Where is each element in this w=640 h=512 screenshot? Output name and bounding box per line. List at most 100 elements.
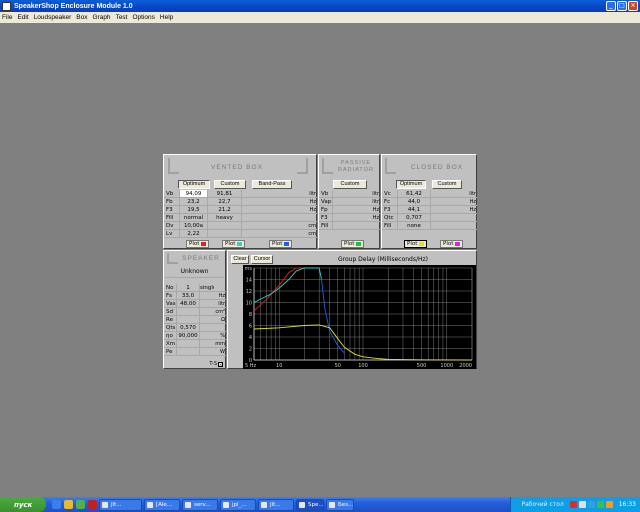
tray-icon[interactable] [596,501,604,508]
speaker-value[interactable]: 0,570 [176,324,199,332]
vented-custom-value[interactable] [207,222,241,230]
speaker-value[interactable] [176,308,199,316]
taskbar-item[interactable]: serv... [182,498,218,511]
folder-icon[interactable] [64,500,73,509]
tray-icon[interactable] [605,501,613,508]
vented-optimum-button[interactable]: Optimum [178,180,210,189]
maximize-button[interactable]: □ [617,1,627,11]
speaker-value[interactable] [176,340,199,348]
speaker-value[interactable] [176,348,199,356]
vented-optimum-value[interactable]: 10,00a [179,222,207,230]
vented-box-title: VENTED BOX [211,163,263,171]
app-quicklaunch-icon[interactable] [88,500,97,509]
tray-icon[interactable] [578,501,586,508]
closed-custom-value[interactable] [430,222,465,230]
vented-optimum-value[interactable]: 2,22 [179,230,207,238]
closed-value[interactable]: 0,707 [397,214,430,222]
closed-row-label: Vc [382,190,397,198]
taskbar-item[interactable]: jpl_... [220,498,256,511]
closed-value[interactable]: 44,0 [397,198,430,206]
taskbar-item[interactable]: Без... [326,498,354,511]
menu-file[interactable]: File [2,14,12,21]
x-tick-label: 50 [335,363,341,369]
closed-custom-value[interactable] [430,206,465,214]
menu-edit[interactable]: Edit [17,14,28,21]
taskbar-item[interactable]: Jlt... [258,498,294,511]
vented-optimum-value[interactable]: 94,09 [179,190,207,198]
closed-custom-value[interactable] [430,198,465,206]
series-line-2 [321,279,345,354]
closed-optimum-button[interactable]: Optimum [396,180,426,189]
vented-custom-value[interactable] [207,230,241,238]
vented-plot-3-button[interactable]: Plot [269,240,293,248]
start-button[interactable]: пуск [0,497,46,512]
vented-plot-1-button[interactable]: Plot [186,240,210,248]
closed-custom-button[interactable]: Custom [432,180,462,189]
speaker-value[interactable]: 48,00 [176,300,199,308]
vented-custom-value[interactable]: 22,7 [207,198,241,206]
passive-row-label: Fill [319,222,332,230]
group-delay-graph[interactable]: ms 14 12 10 8 6 4 2 0 5 Hz 10 50 100 500 1000 2000 [243,265,476,369]
taskbar-item[interactable]: Jlt... [99,498,142,511]
closed-value[interactable]: none [397,222,430,230]
closed-params-table: Vc 61,42 litr Fc 44,0 Hz F3 44,1 Hz Qtc 0,707 F… [382,190,477,230]
clock: 16:33 [618,501,636,508]
closed-custom-value[interactable] [430,214,465,222]
passive-plot-button[interactable]: Plot [341,240,365,248]
taskbar-item-active[interactable]: Spe... [296,498,324,511]
passive-value[interactable] [332,198,368,206]
vented-custom-button[interactable]: Custom [214,180,246,189]
vented-custom-value[interactable]: 91,81 [207,190,241,198]
series-line-1 [253,267,322,303]
passive-radiator-panel: PASSIVE RADIATOR Custom Vb litr Vap litr F… [318,154,380,249]
closed-row-label: Fc [382,198,397,206]
ie-icon[interactable] [52,500,61,509]
speaker-value[interactable] [176,316,199,324]
closed-value[interactable]: 44,1 [397,206,430,214]
vented-optimum-value[interactable]: normal [179,214,207,222]
closed-plot-2-button[interactable]: Plot [440,240,464,248]
closed-custom-value[interactable] [430,190,465,198]
graph-title: Group Delay (Milliseconds/Hz) [337,256,429,263]
menu-loudspeaker[interactable]: Loudspeaker [34,14,72,21]
menu-help[interactable]: Help [160,14,173,21]
menu-box[interactable]: Box [76,14,87,21]
passive-value[interactable] [332,206,368,214]
speaker-value[interactable]: 33,0 [176,292,199,300]
passive-value[interactable] [332,222,368,230]
clear-button[interactable]: Clear [231,255,249,264]
taskbar-item[interactable]: [Ale... [144,498,180,511]
close-button[interactable]: × [628,1,638,11]
minimize-button[interactable]: _ [606,1,616,11]
cursor-button[interactable]: Cursor [251,255,273,264]
speaker-row-label: ηo [164,332,176,340]
speaker-count-mode[interactable]: single [199,284,214,292]
menu-options[interactable]: Options [132,14,154,21]
ts-toggle[interactable]: T-S × [209,361,223,367]
group-delay-chart[interactable]: ms141210864205 Hz 10 50 100 500 1000 2000 [243,265,476,369]
speaker-unit [214,284,226,292]
tray-label[interactable]: Рабочий стол [521,501,563,508]
closed-plot-1-button[interactable]: Plot [404,240,428,248]
tray-icon[interactable] [569,501,577,508]
menu-graph[interactable]: Graph [92,14,110,21]
vented-params-table: Vb 94,09 91,81 litr Fb 23,2 22,7 Hz F3 19,5 21,2… [164,190,317,238]
speaker-value[interactable]: 90,000 [176,332,199,340]
tray-icon[interactable] [587,501,595,508]
passive-value[interactable] [332,190,368,198]
vented-custom-value[interactable]: heavy [207,214,241,222]
vented-custom-value[interactable]: 21,2 [207,206,241,214]
closed-value[interactable]: 61,42 [397,190,430,198]
band-pass-button[interactable]: Band-Pass [252,180,292,189]
passive-value[interactable] [332,214,368,222]
ts-checkbox[interactable]: × [218,361,223,367]
speaker-name[interactable]: Unknown [165,266,224,278]
vented-optimum-value[interactable]: 23,2 [179,198,207,206]
vented-plot-2-button[interactable]: Plot [222,240,246,248]
speaker-value[interactable]: 1 [176,284,199,292]
menu-test[interactable]: Test [116,14,128,21]
vented-optimum-value[interactable]: 19,5 [179,206,207,214]
passive-custom-button[interactable]: Custom [333,180,367,189]
media-icon[interactable] [76,500,85,509]
speaker-outline-icon [297,158,308,174]
